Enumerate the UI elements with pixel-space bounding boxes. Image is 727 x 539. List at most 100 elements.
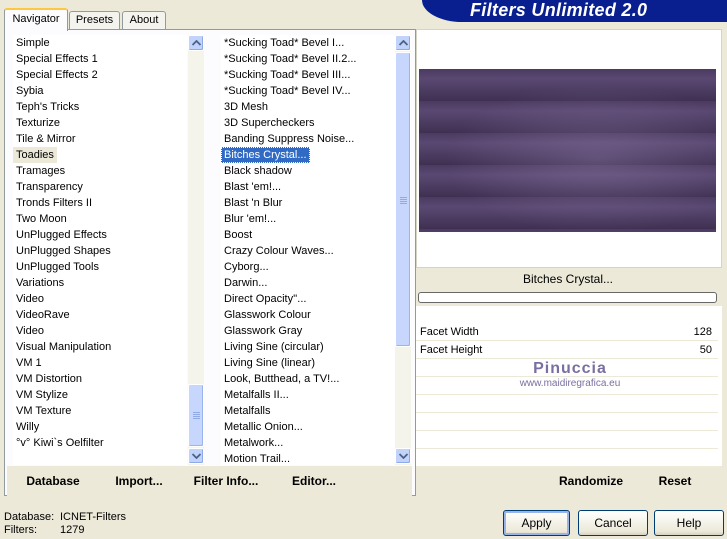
control-value: 128 — [693, 326, 712, 338]
list-item[interactable]: Boost — [221, 227, 255, 243]
category-list[interactable]: Simple Special Effects 1 Special Effects 2… — [13, 35, 187, 465]
list-item[interactable]: VideoRave — [13, 307, 73, 323]
list-item[interactable]: Look, Butthead, a TV!... — [221, 371, 342, 387]
list-item[interactable]: Metalfalls II... — [221, 387, 292, 403]
scroll-up-button[interactable] — [188, 35, 204, 51]
list-item[interactable]: Living Sine (linear) — [221, 355, 318, 371]
list-item[interactable]: VM 1 — [13, 355, 45, 371]
filters-count: 1279 — [60, 524, 85, 536]
list-item[interactable]: Toadies — [13, 147, 57, 163]
list-item[interactable]: Glasswork Gray — [221, 323, 305, 339]
scroll-down-button[interactable] — [395, 448, 411, 464]
list-item[interactable]: Direct Opacity''... — [221, 291, 309, 307]
list-item[interactable]: Variations — [13, 275, 67, 291]
chevron-down-icon — [399, 453, 408, 459]
list-item[interactable]: Two Moon — [13, 211, 70, 227]
list-item[interactable]: Blast 'em!... — [221, 179, 284, 195]
list-item[interactable]: 3D Supercheckers — [221, 115, 318, 131]
reset-button[interactable]: Reset — [650, 467, 700, 495]
list-item[interactable]: Blur 'em!... — [221, 211, 279, 227]
list-item[interactable]: Banding Suppress Noise... — [221, 131, 357, 147]
scroll-up-button[interactable] — [395, 35, 411, 51]
list-item[interactable]: *Sucking Toad* Bevel III... — [221, 67, 353, 83]
list-item[interactable]: Bitches Crystal... — [221, 147, 310, 163]
list-item[interactable]: *Sucking Toad* Bevel I... — [221, 35, 347, 51]
list-item[interactable]: Metalfalls — [221, 403, 273, 419]
control-empty-row — [416, 431, 718, 449]
list-item[interactable]: UnPlugged Effects — [13, 227, 110, 243]
filters-label: Filters: — [4, 524, 37, 536]
list-item[interactable]: Special Effects 1 — [13, 51, 101, 67]
editor-button[interactable]: Editor... — [284, 467, 344, 495]
control-label: Facet Height — [420, 344, 483, 356]
list-item[interactable]: Darwin... — [221, 275, 270, 291]
scroll-down-button[interactable] — [188, 448, 204, 464]
list-item[interactable]: Glasswork Colour — [221, 307, 314, 323]
list-item[interactable]: Cyborg... — [221, 259, 272, 275]
list-item[interactable]: Motion Trail... — [221, 451, 293, 465]
list-item[interactable]: Sybia — [13, 83, 47, 99]
import-button[interactable]: Import... — [108, 467, 170, 495]
app-title: Filters Unlimited 2.0 — [470, 0, 648, 20]
list-item[interactable]: Crazy Colour Waves... — [221, 243, 337, 259]
list-item[interactable]: Teph's Tricks — [13, 99, 82, 115]
list-item[interactable]: *Sucking Toad* Bevel IV... — [221, 83, 354, 99]
list-item[interactable]: Metallic Onion... — [221, 419, 306, 435]
database-value: ICNET-Filters — [60, 511, 126, 523]
database-label: Database: — [4, 511, 55, 523]
list-item[interactable]: Simple — [13, 35, 53, 51]
control-value: 50 — [699, 344, 712, 356]
scroll-thumb[interactable] — [188, 384, 204, 447]
tab-presets[interactable]: Presets — [69, 11, 120, 30]
filter-info-button[interactable]: Filter Info... — [188, 467, 264, 495]
list-item[interactable]: 3D Mesh — [221, 99, 271, 115]
list-item[interactable]: Black shadow — [221, 163, 295, 179]
list-item[interactable]: VM Distortion — [13, 371, 85, 387]
list-item[interactable]: Tramages — [13, 163, 68, 179]
preview-image — [419, 69, 716, 232]
tab-about[interactable]: About — [122, 11, 166, 30]
list-item[interactable]: Blast 'n Blur — [221, 195, 285, 211]
control-label: Facet Width — [420, 326, 479, 338]
chevron-up-icon — [399, 40, 408, 46]
control-facet-width[interactable]: Facet Width 128 — [416, 323, 718, 341]
list-item[interactable]: VM Stylize — [13, 387, 71, 403]
list-item[interactable]: Special Effects 2 — [13, 67, 101, 83]
list-item[interactable]: °v° Kiwi`s Oelfilter — [13, 435, 107, 451]
list-item[interactable]: UnPlugged Tools — [13, 259, 102, 275]
chevron-up-icon — [192, 40, 201, 46]
list-item[interactable]: Tronds Filters II — [13, 195, 95, 211]
list-item[interactable]: Texturize — [13, 115, 63, 131]
list-item[interactable]: Video — [13, 323, 47, 339]
list-item[interactable]: Visual Manipulation — [13, 339, 114, 355]
list-item[interactable]: UnPlugged Shapes — [13, 243, 114, 259]
tab-navigator[interactable]: Navigator — [4, 8, 68, 31]
list-item[interactable]: Willy — [13, 419, 42, 435]
help-button[interactable]: Help — [654, 510, 724, 536]
watermark-name: Pinuccia — [533, 360, 607, 377]
list-item[interactable]: Tile & Mirror — [13, 131, 78, 147]
progress-bar — [418, 292, 717, 303]
watermark-url: www.maidiregrafica.eu — [519, 378, 621, 389]
list-item[interactable]: Living Sine (circular) — [221, 339, 327, 355]
watermark: Pinuccia www.maidiregrafica.eu — [490, 360, 650, 390]
scroll-thumb[interactable] — [395, 52, 411, 347]
control-empty-row — [416, 413, 718, 431]
control-empty-row — [416, 449, 718, 467]
database-button[interactable]: Database — [18, 467, 88, 495]
control-empty-row — [416, 395, 718, 413]
chevron-down-icon — [192, 453, 201, 459]
cancel-button[interactable]: Cancel — [578, 510, 648, 536]
selected-filter-name: Bitches Crystal... — [522, 272, 614, 286]
apply-button[interactable]: Apply — [503, 510, 570, 536]
randomize-button[interactable]: Randomize — [550, 467, 632, 495]
control-facet-height[interactable]: Facet Height 50 — [416, 341, 718, 359]
list-item[interactable]: VM Texture — [13, 403, 74, 419]
list-item[interactable]: Metalwork... — [221, 435, 286, 451]
filter-scrollbar[interactable] — [395, 35, 411, 465]
list-item[interactable]: Transparency — [13, 179, 86, 195]
list-item[interactable]: Video — [13, 291, 47, 307]
list-item[interactable]: *Sucking Toad* Bevel II.2... — [221, 51, 360, 67]
category-scrollbar[interactable] — [188, 35, 204, 465]
filter-list[interactable]: *Sucking Toad* Bevel I... *Sucking Toad* … — [221, 35, 395, 465]
